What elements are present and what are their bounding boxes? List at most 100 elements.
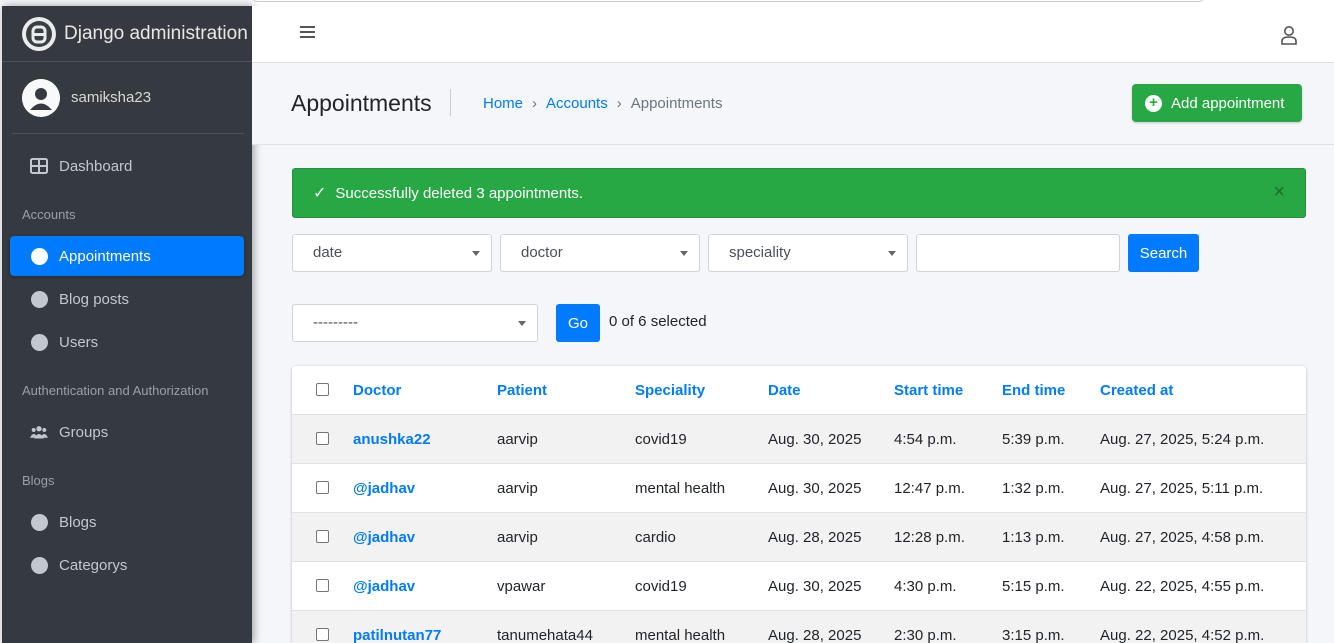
column-header-date[interactable]: Date: [768, 366, 801, 415]
column-header-start-time[interactable]: Start time: [894, 366, 963, 415]
date-cell: Aug. 30, 2025: [768, 578, 862, 595]
date-cell: Aug. 28, 2025: [768, 627, 862, 643]
column-header-doctor[interactable]: Doctor: [353, 366, 401, 415]
selection-count: 0 of 6 selected: [609, 313, 707, 330]
speciality-filter-select[interactable]: speciality: [708, 234, 908, 272]
date-filter-value: date: [313, 244, 343, 261]
end-time-cell: 3:15 p.m.: [1002, 627, 1065, 643]
avatar: [22, 78, 60, 117]
column-header-end-time[interactable]: End time: [1002, 366, 1065, 415]
table-row: @jadhav aarvip mental health Aug. 30, 20…: [292, 464, 1306, 513]
speciality-filter-value: speciality: [729, 244, 791, 261]
circle-icon: [30, 513, 48, 531]
sidebar-item-label: Blog posts: [59, 290, 130, 308]
success-alert: ✓ Successfully deleted 3 appointments. ×: [292, 168, 1306, 218]
doctor-filter-select[interactable]: doctor: [500, 234, 700, 272]
action-select[interactable]: ---------: [292, 304, 538, 342]
sidebar-item-blogs[interactable]: Blogs: [10, 502, 244, 542]
patient-cell: tanumehata44: [497, 627, 593, 643]
hamburger-menu-icon[interactable]: [300, 26, 315, 40]
sidebar-item-label: Blogs: [59, 513, 97, 531]
action-select-value: ---------: [313, 314, 358, 331]
table-row: patilnutan77 tanumehata44 mental health …: [292, 611, 1306, 643]
patient-cell: vpawar: [497, 578, 546, 595]
sidebar-item-appointments[interactable]: Appointments: [10, 236, 244, 276]
circle-icon: [30, 333, 48, 351]
plus-circle-icon: +: [1145, 94, 1162, 112]
table-header-row: Doctor Patient Speciality Date Start tim…: [292, 366, 1306, 415]
created-at-cell: Aug. 27, 2025, 5:11 p.m.: [1100, 480, 1264, 497]
end-time-cell: 1:32 p.m.: [1002, 480, 1065, 497]
go-button[interactable]: Go: [556, 304, 600, 342]
nav-header-auth: Authentication and Authorization: [22, 383, 209, 398]
doctor-link[interactable]: anushka22: [353, 415, 431, 464]
breadcrumb-separator: ›: [532, 95, 538, 112]
doctor-filter-value: doctor: [521, 244, 563, 261]
title-divider: [450, 89, 451, 116]
user-name: samiksha23: [71, 89, 152, 106]
created-at-cell: Aug. 27, 2025, 5:24 p.m.: [1100, 431, 1265, 448]
circle-icon: [30, 247, 48, 265]
speciality-cell: covid19: [635, 578, 687, 595]
add-appointment-label: Add appointment: [1171, 94, 1285, 112]
row-checkbox[interactable]: [316, 432, 329, 445]
breadcrumb-separator: ›: [616, 95, 622, 112]
start-time-cell: 12:28 p.m.: [894, 529, 965, 546]
sidebar-item-groups[interactable]: Groups: [10, 412, 244, 452]
sidebar: Django administration samiksha23 Dashboa…: [2, 6, 252, 643]
nav-header-accounts: Accounts: [22, 207, 76, 222]
breadcrumb-accounts[interactable]: Accounts: [546, 95, 608, 112]
patient-cell: aarvip: [497, 480, 538, 497]
column-header-created-at[interactable]: Created at: [1100, 366, 1173, 415]
alert-message: Successfully deleted 3 appointments.: [335, 184, 584, 202]
column-header-patient[interactable]: Patient: [497, 366, 547, 415]
doctor-link[interactable]: @jadhav: [353, 513, 415, 562]
doctor-link[interactable]: @jadhav: [353, 562, 415, 611]
start-time-cell: 2:30 p.m.: [894, 627, 957, 643]
user-icon[interactable]: [1280, 25, 1298, 45]
sidebar-item-blog-posts[interactable]: Blog posts: [10, 279, 244, 319]
row-checkbox[interactable]: [316, 530, 329, 543]
user-panel[interactable]: samiksha23: [12, 62, 244, 134]
circle-icon: [30, 290, 48, 308]
row-checkbox[interactable]: [316, 481, 329, 494]
end-time-cell: 1:13 p.m.: [1002, 529, 1065, 546]
sidebar-item-label: Dashboard: [59, 157, 133, 175]
appointments-table: Doctor Patient Speciality Date Start tim…: [292, 366, 1306, 643]
select-all-checkbox[interactable]: [316, 383, 329, 396]
users-group-icon: [30, 423, 48, 441]
end-time-cell: 5:39 p.m.: [1002, 431, 1065, 448]
date-filter-select[interactable]: date: [292, 234, 492, 272]
column-header-speciality[interactable]: Speciality: [635, 366, 705, 415]
table-row: @jadhav vpawar covid19 Aug. 30, 2025 4:3…: [292, 562, 1306, 611]
breadcrumb-home[interactable]: Home: [483, 95, 523, 112]
django-logo-icon: [22, 16, 56, 51]
brand[interactable]: Django administration: [2, 6, 252, 62]
start-time-cell: 4:54 p.m.: [894, 431, 957, 448]
patient-cell: aarvip: [497, 431, 538, 448]
search-button[interactable]: Search: [1128, 234, 1199, 272]
date-cell: Aug. 28, 2025: [768, 529, 862, 546]
sidebar-item-users[interactable]: Users: [10, 322, 244, 362]
doctor-link[interactable]: patilnutan77: [353, 611, 441, 643]
end-time-cell: 5:15 p.m.: [1002, 578, 1065, 595]
doctor-link[interactable]: @jadhav: [353, 464, 415, 513]
created-at-cell: Aug. 27, 2025, 4:58 p.m.: [1100, 529, 1265, 546]
sidebar-item-label: Appointments: [59, 247, 151, 265]
start-time-cell: 4:30 p.m.: [894, 578, 957, 595]
table-row: @jadhav aarvip cardio Aug. 28, 2025 12:2…: [292, 513, 1306, 562]
nav-header-blogs: Blogs: [22, 473, 55, 488]
row-checkbox[interactable]: [316, 628, 329, 641]
add-appointment-button[interactable]: + Add appointment: [1132, 84, 1302, 122]
url-bar-edge: [252, 0, 1204, 2]
content-header: Appointments Home › Accounts › Appointme…: [252, 63, 1334, 145]
sidebar-nav: Dashboard Accounts Appointments Blog pos…: [2, 134, 252, 585]
sidebar-item-dashboard[interactable]: Dashboard: [10, 146, 244, 186]
row-checkbox[interactable]: [316, 579, 329, 592]
close-icon[interactable]: ×: [1273, 182, 1285, 202]
sidebar-item-categorys[interactable]: Categorys: [10, 545, 244, 585]
created-at-cell: Aug. 22, 2025, 4:52 p.m.: [1100, 627, 1265, 643]
sidebar-item-label: Categorys: [59, 556, 128, 574]
patient-cell: aarvip: [497, 529, 538, 546]
search-input[interactable]: [916, 234, 1120, 272]
